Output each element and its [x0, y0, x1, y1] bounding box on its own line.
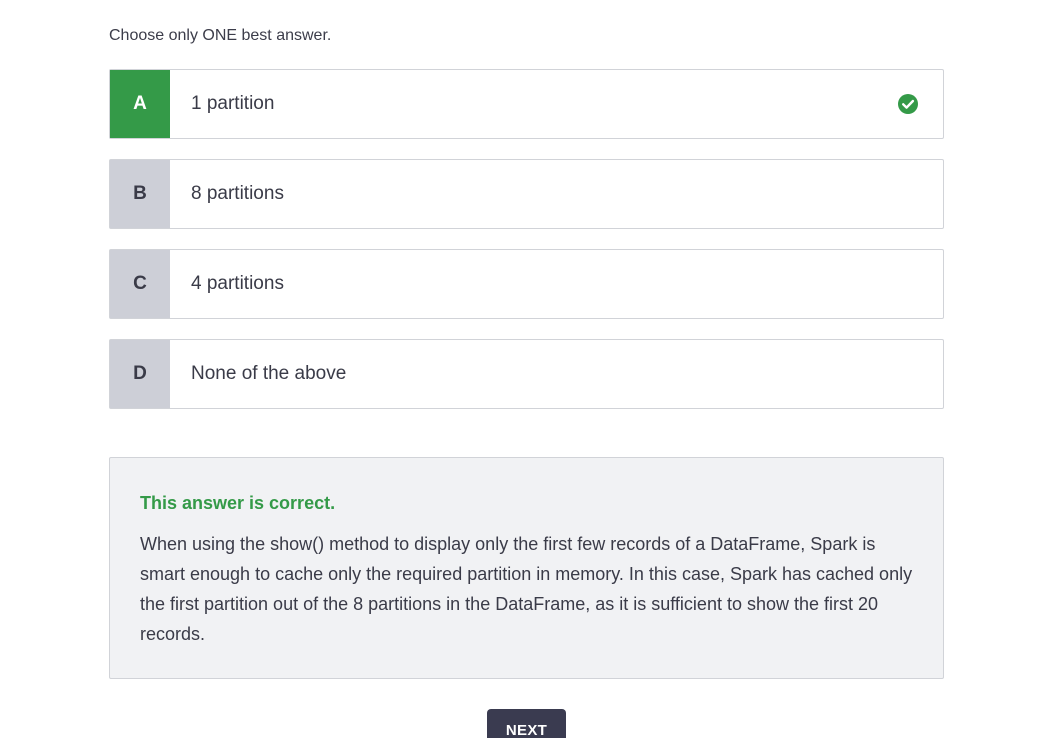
option-text: 4 partitions	[191, 273, 284, 294]
option-text: None of the above	[191, 363, 347, 384]
feedback-panel: This answer is correct. When using the s…	[109, 457, 944, 679]
feedback-explanation: When using the show() method to display …	[140, 534, 913, 644]
check-circle-icon	[898, 94, 918, 114]
option-c[interactable]: C 4 partitions	[109, 249, 944, 319]
option-letter: D	[110, 340, 170, 408]
option-b[interactable]: B 8 partitions	[109, 159, 944, 229]
next-button[interactable]: NEXT	[487, 709, 566, 738]
option-letter: A	[110, 70, 170, 138]
option-letter: C	[110, 250, 170, 318]
option-letter: B	[110, 160, 170, 228]
answer-options: A 1 partition B 8 partitions C 4 partiti…	[109, 69, 944, 429]
feedback-title: This answer is correct.	[140, 493, 336, 513]
option-a[interactable]: A 1 partition	[109, 69, 944, 139]
quiz-page: Choose only ONE best answer. A 1 partiti…	[0, 0, 1043, 738]
option-text: 8 partitions	[191, 183, 284, 204]
instruction-text: Choose only ONE best answer.	[109, 27, 332, 44]
option-text: 1 partition	[191, 93, 275, 114]
option-d[interactable]: D None of the above	[109, 339, 944, 409]
